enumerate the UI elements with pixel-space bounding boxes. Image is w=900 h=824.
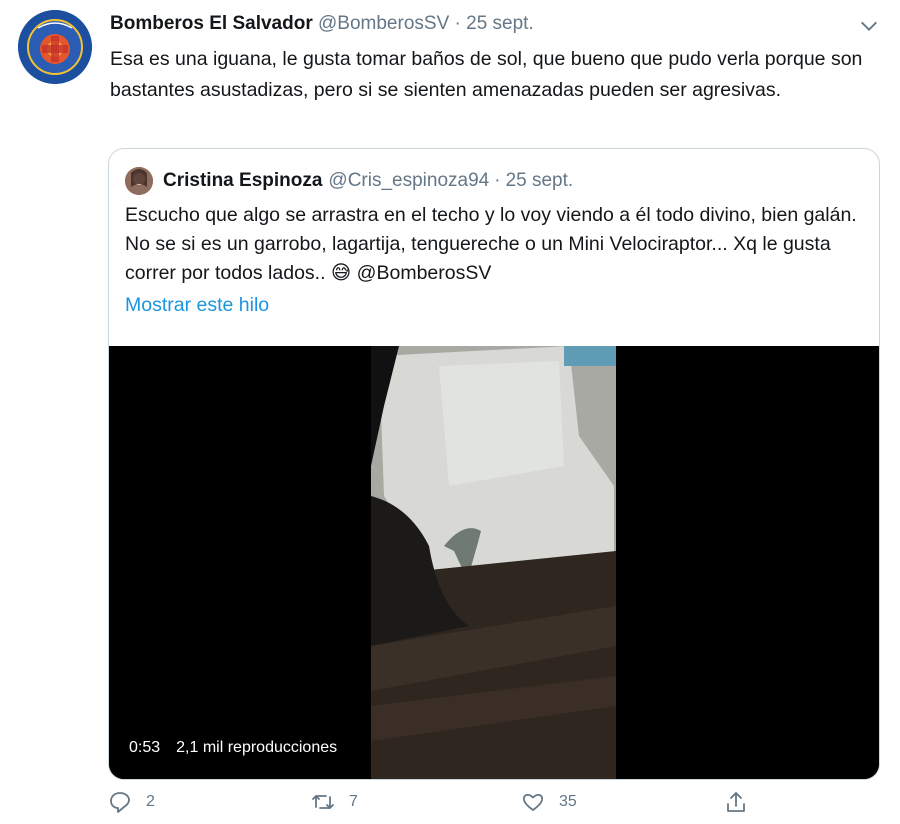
like-count: 35 <box>559 793 577 810</box>
quoted-tweet-date[interactable]: 25 sept. <box>506 170 574 192</box>
profile-photo-icon <box>125 167 153 195</box>
share-icon <box>727 792 745 812</box>
retweet-icon <box>312 795 334 809</box>
quoted-author-avatar[interactable] <box>125 167 153 195</box>
show-thread-link[interactable]: Mostrar este hilo <box>125 294 269 317</box>
author-avatar[interactable] <box>18 10 92 84</box>
quoted-author-handle[interactable]: @Cris_espinoza94 <box>328 170 489 192</box>
like-button[interactable]: 35 <box>521 790 577 814</box>
fire-department-logo-icon <box>18 10 92 84</box>
quoted-author-name[interactable]: Cristina Espinoza <box>163 170 322 192</box>
tweet-text: Esa es una iguana, le gusta tomar baños … <box>110 48 863 101</box>
author-handle[interactable]: @BomberosSV <box>318 13 449 34</box>
chevron-down-icon[interactable] <box>858 15 880 37</box>
reply-button[interactable]: 2 <box>108 790 155 814</box>
retweet-count: 7 <box>349 793 358 810</box>
video-views: 2,1 mil reproducciones <box>176 739 338 756</box>
video-thumbnail <box>109 346 879 779</box>
retweet-button[interactable]: 7 <box>311 790 358 814</box>
reply-icon <box>110 792 130 813</box>
quoted-tweet[interactable]: Cristina Espinoza @Cris_espinoza94 · 25 … <box>108 148 880 780</box>
tweet-actions: 2 7 35 <box>108 790 768 822</box>
quoted-tweet-header: Cristina Espinoza @Cris_espinoza94 · 25 … <box>125 165 573 197</box>
reply-count: 2 <box>146 793 155 810</box>
like-icon <box>522 793 544 811</box>
tweet-header: Bomberos El Salvador @BomberosSV · 25 se… <box>110 13 880 41</box>
share-button[interactable] <box>724 790 762 814</box>
separator: · <box>494 170 501 191</box>
tweet-date[interactable]: 25 sept. <box>466 13 534 34</box>
video-player[interactable]: 0:53 2,1 mil reproducciones <box>109 346 879 779</box>
video-duration: 0:53 <box>129 739 161 756</box>
author-name[interactable]: Bomberos El Salvador <box>110 13 313 34</box>
quoted-tweet-text: Escucho que algo se arrastra en el techo… <box>125 204 857 284</box>
video-info-overlay: 0:53 2,1 mil reproducciones <box>119 731 348 765</box>
separator: · <box>454 13 461 34</box>
